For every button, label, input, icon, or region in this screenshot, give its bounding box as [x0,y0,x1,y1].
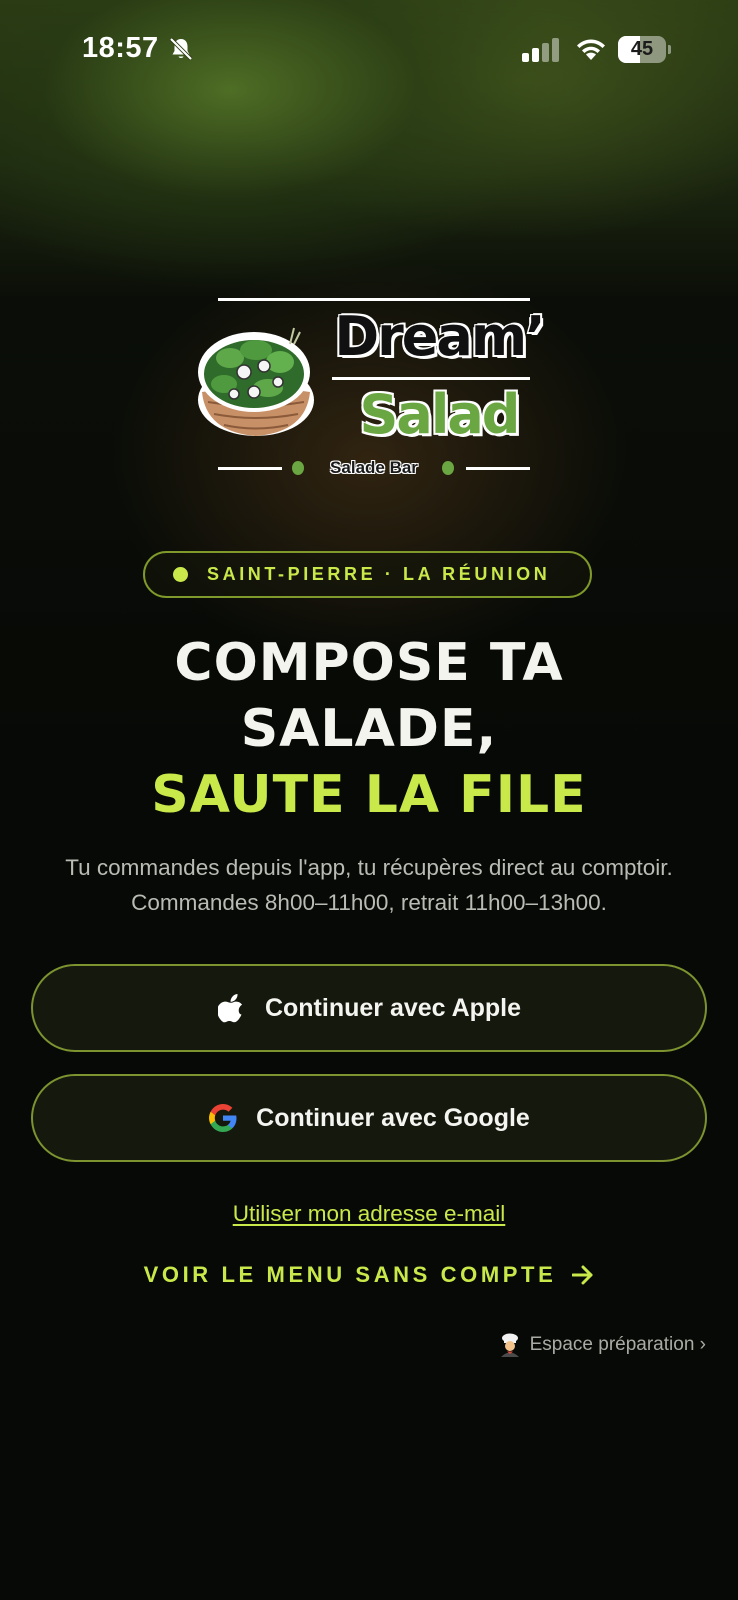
hero-headline: COMPOSE TA SALADE, SAUTE LA FILE [0,630,738,828]
google-signin-button[interactable]: Continuer avec Google [31,1074,707,1162]
logo-subtitle: Salade Bar [330,458,418,477]
salad-bowl-icon [198,327,314,436]
apple-button-label: Continuer avec Apple [264,993,522,1022]
status-time: 18:57 [82,32,159,64]
battery-percent: 45 [630,38,654,60]
location-label: SAINT-PIERRE · LA RÉUNION [207,564,551,584]
chef-icon [500,1333,519,1357]
hero-description: Tu commandes depuis l'app, tu récupères … [65,855,673,915]
headline-line-3: SAUTE LA FILE [151,765,587,825]
headline-line-1: COMPOSE TA [174,633,564,693]
signal-icon [522,38,559,62]
email-signin-link-container: Utiliser mon adresse e-mail [0,1201,738,1227]
email-signin-link[interactable]: Utiliser mon adresse e-mail [233,1201,506,1226]
location-badge: SAINT-PIERRE · LA RÉUNION [143,551,592,598]
logo-word-salad: Salad [359,383,521,446]
prep-space-link[interactable]: Espace préparation › [498,1333,706,1357]
logo-word-dream: Dream’ [333,304,546,369]
google-icon [208,1103,238,1133]
wifi-icon [577,39,605,60]
prep-link-label: Espace préparation › [529,1334,706,1355]
guest-menu-container: VOIR LE MENU SANS COMPTE [0,1262,738,1288]
guest-menu-link[interactable]: VOIR LE MENU SANS COMPTE [144,1262,595,1288]
arrow-right-icon [572,1265,593,1285]
apple-icon [217,993,247,1023]
brand-logo: Dream’ Salad Salade Bar [194,298,547,488]
location-dot-icon [173,567,188,582]
headline-line-2: SALADE, [240,699,498,759]
bell-slash-icon [169,37,193,61]
guest-menu-label: VOIR LE MENU SANS COMPTE [143,1262,557,1287]
apple-signin-button[interactable]: Continuer avec Apple [31,964,707,1052]
status-bar: 18:57 45 [0,0,738,100]
battery-icon: 45 [618,36,671,63]
google-button-label: Continuer avec Google [256,1103,530,1132]
